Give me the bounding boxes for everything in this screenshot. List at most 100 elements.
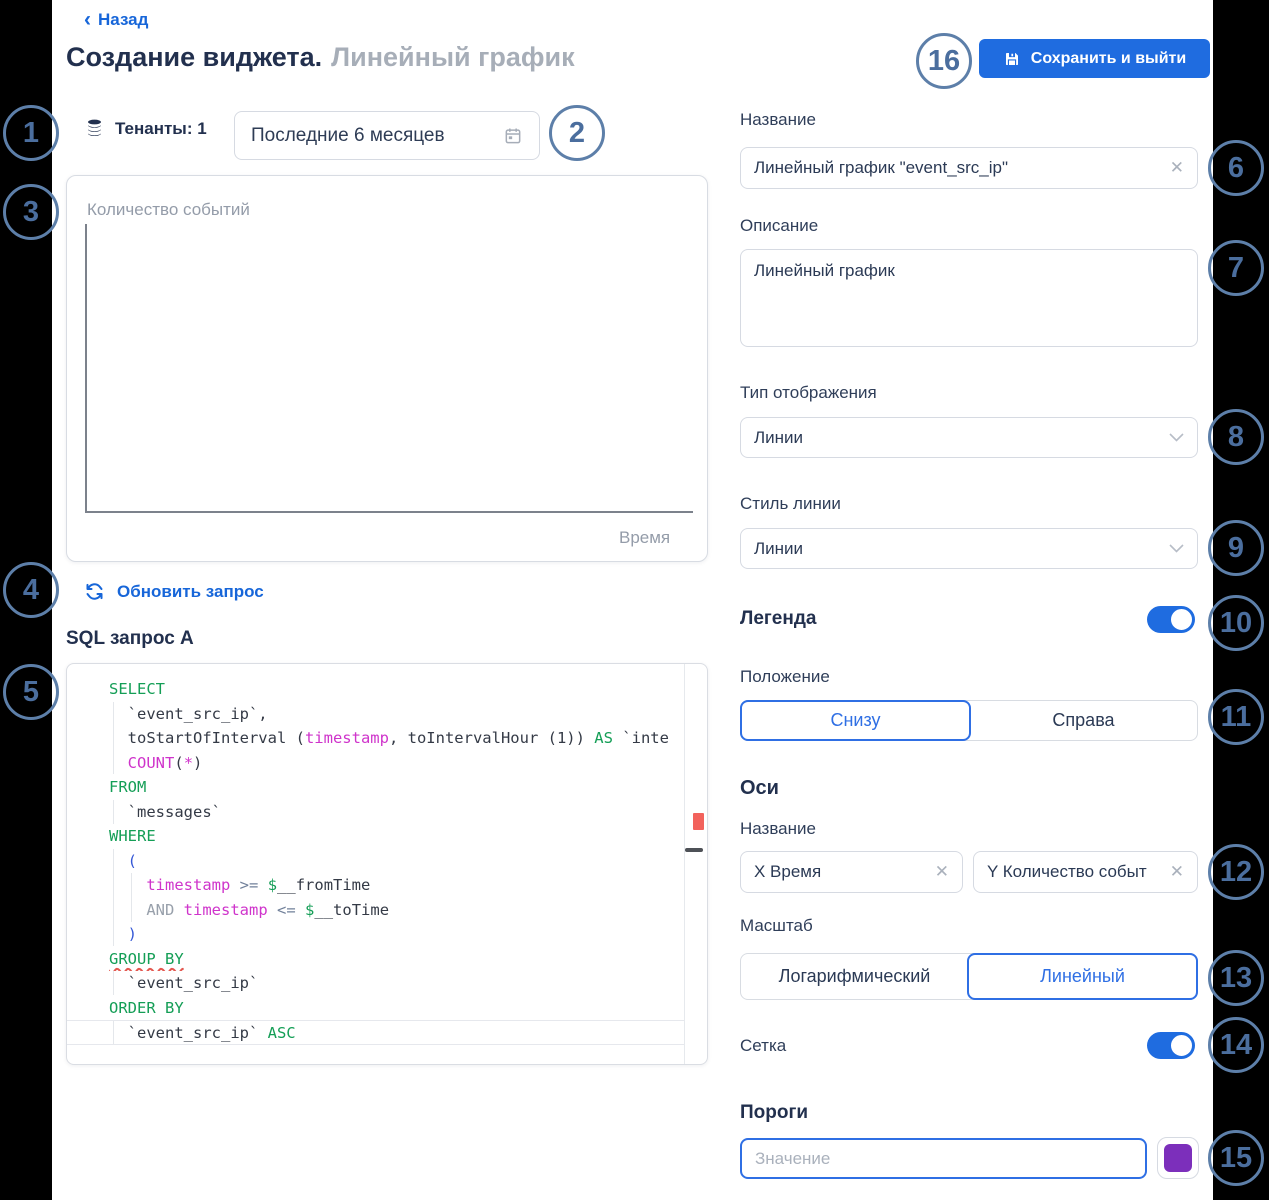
sql-query-title: SQL запрос A bbox=[66, 628, 194, 649]
back-label: Назад bbox=[98, 10, 149, 29]
code-line[interactable]: toStartOfInterval (timestamp, toInterval… bbox=[67, 726, 684, 751]
calendar-icon bbox=[503, 126, 523, 146]
description-value: Линейный график bbox=[754, 261, 895, 280]
annotation-7: 7 bbox=[1208, 240, 1264, 296]
date-range-picker[interactable]: Последние 6 месяцев bbox=[234, 111, 540, 160]
sql-editor[interactable]: SELECT `event_src_ip`, toStartOfInterval… bbox=[66, 663, 708, 1065]
toggle-knob bbox=[1169, 1033, 1194, 1058]
code-line[interactable]: SELECT bbox=[67, 677, 684, 702]
position-label: Положение bbox=[740, 667, 830, 686]
back-link[interactable]: ‹ Назад bbox=[84, 7, 149, 31]
code-line[interactable]: ) bbox=[67, 922, 684, 947]
code-line[interactable]: timestamp >= $__fromTime bbox=[67, 873, 684, 898]
annotation-13: 13 bbox=[1208, 950, 1264, 1006]
editor-gutter-divider bbox=[684, 664, 685, 1064]
threshold-value-input[interactable]: Значение bbox=[740, 1138, 1147, 1179]
code-line[interactable]: AND timestamp <= $__toTime bbox=[67, 898, 684, 923]
threshold-placeholder: Значение bbox=[755, 1148, 831, 1168]
annotation-16: 16 bbox=[916, 33, 972, 89]
toggle-knob bbox=[1169, 607, 1194, 632]
threshold-color-swatch bbox=[1164, 1144, 1192, 1172]
grid-label: Сетка bbox=[740, 1036, 787, 1055]
axis-y-value: Y Количество событ bbox=[987, 862, 1147, 881]
date-range-value: Последние 6 месяцев bbox=[251, 124, 445, 146]
save-icon bbox=[1003, 50, 1021, 68]
refresh-query-button[interactable]: Обновить запрос bbox=[84, 581, 264, 602]
tenants-label: Тенанты: 1 bbox=[115, 118, 207, 138]
chart-x-axis-label: Время bbox=[619, 528, 671, 547]
clear-icon[interactable]: ✕ bbox=[935, 862, 949, 882]
code-line[interactable]: GROUP BY bbox=[67, 947, 684, 972]
refresh-icon bbox=[84, 581, 105, 602]
scale-option-linear[interactable]: Линейный bbox=[967, 953, 1198, 1000]
database-icon bbox=[84, 118, 105, 139]
code-line[interactable]: `messages` bbox=[67, 800, 684, 825]
annotation-9: 9 bbox=[1208, 520, 1264, 576]
axes-heading: Оси bbox=[740, 777, 779, 799]
grid-toggle[interactable] bbox=[1147, 1032, 1195, 1059]
scrollbar-thumb[interactable] bbox=[685, 848, 703, 852]
description-label: Описание bbox=[740, 216, 819, 235]
annotation-8: 8 bbox=[1208, 409, 1264, 465]
annotation-3: 3 bbox=[3, 184, 59, 240]
annotation-12: 12 bbox=[1208, 844, 1264, 900]
code-line[interactable]: FROM bbox=[67, 775, 684, 800]
clear-icon[interactable]: ✕ bbox=[1170, 158, 1184, 178]
chart-preview-panel: Количество событий Время bbox=[66, 175, 708, 562]
line-style-label: Стиль линии bbox=[740, 494, 841, 513]
scale-label: Масштаб bbox=[740, 916, 813, 935]
page-title: Создание виджета. Линейный график bbox=[66, 42, 575, 73]
tenants-selector[interactable]: Тенанты: 1 bbox=[84, 118, 207, 139]
annotation-11: 11 bbox=[1208, 689, 1264, 745]
sql-code[interactable]: SELECT `event_src_ip`, toStartOfInterval… bbox=[67, 677, 684, 1045]
scale-segmented: Логарифмический Линейный bbox=[740, 953, 1198, 1000]
code-line[interactable]: WHERE bbox=[67, 824, 684, 849]
annotation-10: 10 bbox=[1208, 595, 1264, 651]
x-axis-line bbox=[85, 511, 693, 513]
display-type-value: Линии bbox=[754, 427, 804, 447]
chevron-down-icon bbox=[1169, 544, 1184, 553]
position-option-right[interactable]: Справа bbox=[970, 701, 1197, 740]
annotation-4: 4 bbox=[3, 562, 59, 618]
page-title-main: Создание виджета. bbox=[66, 42, 323, 72]
clear-icon[interactable]: ✕ bbox=[1170, 862, 1184, 882]
scale-option-logarithmic[interactable]: Логарифмический bbox=[741, 954, 968, 999]
code-line[interactable]: COUNT(*) bbox=[67, 751, 684, 776]
thresholds-heading: Пороги bbox=[740, 1102, 809, 1123]
name-value: Линейный график "event_src_ip" bbox=[754, 158, 1009, 177]
annotation-1: 1 bbox=[3, 105, 59, 161]
page-title-widget-type: Линейный график bbox=[331, 42, 575, 72]
display-type-label: Тип отображения bbox=[740, 383, 877, 402]
axis-x-value: X Время bbox=[754, 862, 822, 881]
code-line[interactable]: `event_src_ip` ASC bbox=[67, 1020, 684, 1045]
axis-y-name-input[interactable]: Y Количество событ ✕ bbox=[973, 851, 1198, 893]
annotation-15: 15 bbox=[1208, 1130, 1264, 1186]
name-input[interactable]: Линейный график "event_src_ip" ✕ bbox=[740, 147, 1198, 189]
chevron-down-icon bbox=[1169, 433, 1184, 442]
axis-x-name-input[interactable]: X Время ✕ bbox=[740, 851, 963, 893]
display-type-select[interactable]: Линии bbox=[740, 417, 1198, 458]
chart-y-axis-label: Количество событий bbox=[87, 200, 250, 219]
position-option-bottom[interactable]: Снизу bbox=[740, 700, 971, 741]
code-line[interactable]: ORDER BY bbox=[67, 996, 684, 1021]
code-line[interactable]: `event_src_ip`, bbox=[67, 702, 684, 727]
legend-toggle[interactable] bbox=[1147, 606, 1195, 633]
annotation-2: 2 bbox=[549, 105, 605, 161]
line-style-value: Линии bbox=[754, 538, 804, 558]
code-line[interactable]: ( bbox=[67, 849, 684, 874]
description-textarea[interactable]: Линейный график bbox=[740, 249, 1198, 347]
threshold-color-picker[interactable] bbox=[1157, 1137, 1199, 1179]
error-overview-marker bbox=[693, 813, 704, 830]
legend-heading: Легенда bbox=[740, 608, 817, 629]
legend-position-segmented: Снизу Справа bbox=[740, 700, 1198, 741]
line-style-select[interactable]: Линии bbox=[740, 528, 1198, 569]
y-axis-line bbox=[85, 224, 87, 511]
save-and-exit-button[interactable]: Сохранить и выйти bbox=[979, 39, 1210, 78]
annotation-6: 6 bbox=[1208, 140, 1264, 196]
code-line[interactable]: `event_src_ip` bbox=[67, 971, 684, 996]
chevron-left-icon: ‹ bbox=[84, 7, 91, 31]
axes-name-label: Название bbox=[740, 819, 816, 838]
save-button-label: Сохранить и выйти bbox=[1030, 49, 1187, 67]
annotation-14: 14 bbox=[1208, 1017, 1264, 1073]
name-label: Название bbox=[740, 110, 816, 129]
